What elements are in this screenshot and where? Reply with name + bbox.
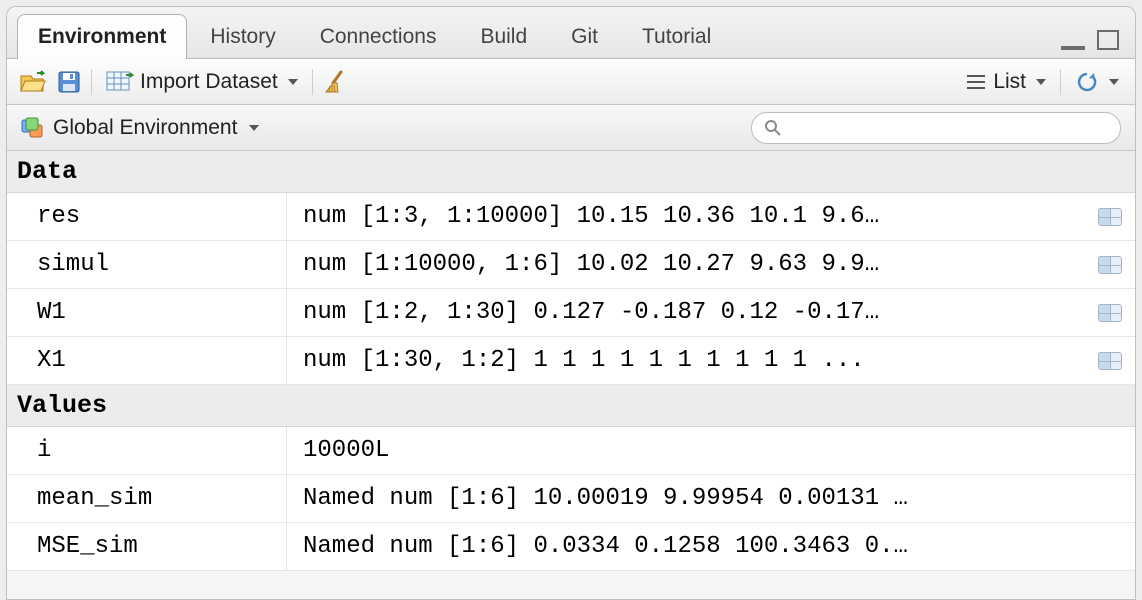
env-row[interactable]: mean_sim Named num [1:6] 10.00019 9.9995… (7, 475, 1135, 523)
var-value: Named num [1:6] 0.0334 0.1258 100.3463 0… (287, 523, 1085, 570)
grid-import-icon (106, 71, 134, 93)
var-value: Named num [1:6] 10.00019 9.99954 0.00131… (287, 475, 1085, 522)
chevron-down-icon (1109, 79, 1119, 85)
var-name: res (7, 193, 287, 240)
environment-panel: Environment History Connections Build Gi… (6, 6, 1136, 600)
scope-icon (21, 117, 45, 139)
env-row[interactable]: i 10000L (7, 427, 1135, 475)
search-icon (764, 119, 782, 137)
tab-environment[interactable]: Environment (17, 14, 187, 59)
data-grid-icon[interactable] (1098, 352, 1122, 370)
var-name: simul (7, 241, 287, 288)
view-mode-button[interactable]: List (961, 68, 1050, 96)
chevron-down-icon (249, 125, 259, 131)
tab-strip: Environment History Connections Build Gi… (7, 7, 1135, 59)
environment-scope-label: Global Environment (53, 116, 237, 140)
tab-history[interactable]: History (189, 14, 296, 59)
var-value: 10000L (287, 427, 1085, 474)
search-box[interactable] (751, 112, 1121, 144)
broom-icon[interactable] (323, 69, 349, 95)
refresh-icon (1075, 70, 1099, 94)
env-row[interactable]: res num [1:3, 1:10000] 10.15 10.36 10.1 … (7, 193, 1135, 241)
env-row[interactable]: simul num [1:10000, 1:6] 10.02 10.27 9.6… (7, 241, 1135, 289)
var-name: mean_sim (7, 475, 287, 522)
chevron-down-icon (288, 79, 298, 85)
tab-connections[interactable]: Connections (299, 14, 458, 59)
var-value: num [1:2, 1:30] 0.127 -0.187 0.12 -0.17… (287, 289, 1085, 336)
data-grid-icon[interactable] (1098, 256, 1122, 274)
var-name: W1 (7, 289, 287, 336)
var-name: MSE_sim (7, 523, 287, 570)
search-input[interactable] (790, 116, 1108, 139)
var-value: num [1:10000, 1:6] 10.02 10.27 9.63 9.9… (287, 241, 1085, 288)
save-icon[interactable] (57, 70, 81, 94)
section-data-header: Data (7, 151, 1135, 193)
environment-toolbar: Import Dataset List (7, 59, 1135, 105)
window-controls (1061, 30, 1125, 58)
env-row[interactable]: MSE_sim Named num [1:6] 0.0334 0.1258 10… (7, 523, 1135, 571)
var-name: X1 (7, 337, 287, 384)
env-row[interactable]: X1 num [1:30, 1:2] 1 1 1 1 1 1 1 1 1 1 .… (7, 337, 1135, 385)
tab-tutorial[interactable]: Tutorial (621, 14, 732, 59)
minimize-icon[interactable] (1061, 36, 1087, 50)
import-dataset-button[interactable]: Import Dataset (102, 68, 302, 96)
maximize-icon[interactable] (1097, 30, 1119, 50)
open-icon[interactable] (19, 70, 47, 94)
data-grid-icon[interactable] (1098, 208, 1122, 226)
list-icon (965, 73, 987, 91)
tab-git[interactable]: Git (550, 14, 619, 59)
section-values-header: Values (7, 385, 1135, 427)
scope-bar: Global Environment (7, 105, 1135, 151)
tab-build[interactable]: Build (459, 14, 548, 59)
import-dataset-label: Import Dataset (140, 70, 278, 94)
env-row[interactable]: W1 num [1:2, 1:30] 0.127 -0.187 0.12 -0.… (7, 289, 1135, 337)
var-name: i (7, 427, 287, 474)
environment-scope-button[interactable]: Global Environment (21, 116, 259, 140)
var-value: num [1:30, 1:2] 1 1 1 1 1 1 1 1 1 1 ... (287, 337, 1085, 384)
data-grid-icon[interactable] (1098, 304, 1122, 322)
refresh-button[interactable] (1071, 68, 1123, 96)
view-mode-label: List (993, 70, 1026, 94)
environment-list: Data res num [1:3, 1:10000] 10.15 10.36 … (7, 151, 1135, 571)
chevron-down-icon (1036, 79, 1046, 85)
var-value: num [1:3, 1:10000] 10.15 10.36 10.1 9.6… (287, 193, 1085, 240)
